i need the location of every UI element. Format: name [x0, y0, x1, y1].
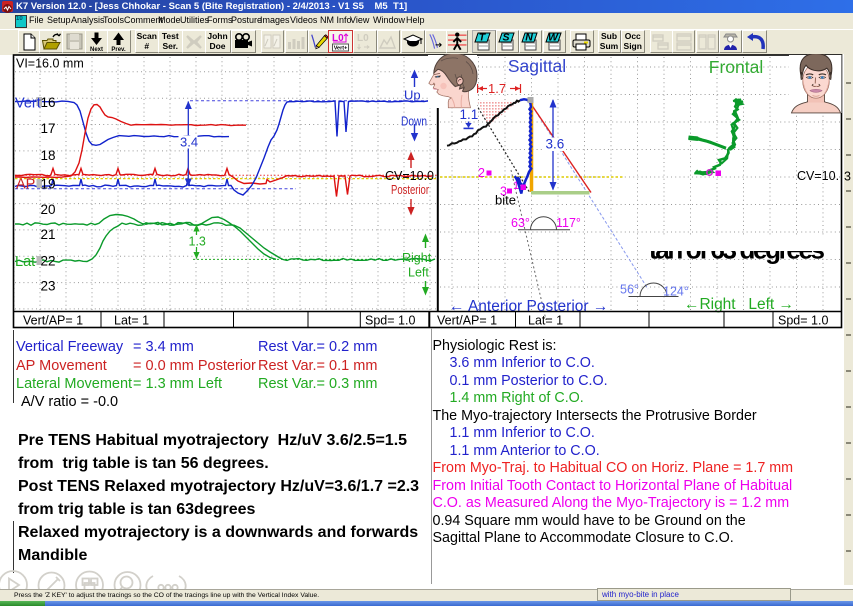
svg-text:3.6: 3.6 — [546, 137, 565, 152]
svg-text:Lat= 1: Lat= 1 — [114, 314, 149, 328]
svg-text:Frontal: Frontal — [709, 57, 763, 77]
svg-text:1.7: 1.7 — [488, 81, 506, 96]
svg-text:Vert+: Vert+ — [334, 46, 348, 52]
svg-text:Up: Up — [404, 88, 421, 103]
svg-text:bite: bite — [495, 193, 516, 208]
svg-text:19: 19 — [40, 177, 55, 192]
svg-text:18: 18 — [40, 148, 55, 163]
svg-text:CV=10.: CV=10. — [797, 169, 839, 183]
svg-text:L0: L0 — [357, 33, 369, 44]
svg-text:S: S — [502, 32, 509, 44]
svg-text:56°: 56° — [620, 283, 639, 297]
svg-text:Sagittal: Sagittal — [508, 56, 566, 76]
svg-text:AP: AP — [16, 177, 35, 193]
svg-text:Vert: Vert — [15, 96, 41, 112]
svg-text:Vert/AP= 1: Vert/AP= 1 — [437, 314, 497, 328]
svg-text:Lat: Lat — [15, 254, 35, 270]
svg-text:21: 21 — [40, 227, 55, 242]
svg-text:Spd= 1.0: Spd= 1.0 — [778, 314, 828, 328]
svg-text:W: W — [548, 32, 559, 44]
svg-text:16: 16 — [40, 95, 55, 110]
svg-text:Vert/AP= 1: Vert/AP= 1 — [23, 314, 83, 328]
svg-text:17: 17 — [40, 121, 55, 136]
svg-text:CV=10.0: CV=10.0 — [385, 169, 434, 183]
svg-text:2: 2 — [478, 166, 485, 180]
svg-text:3: 3 — [844, 170, 851, 184]
svg-text:1.3: 1.3 — [189, 235, 206, 249]
svg-text:Posterior: Posterior — [391, 183, 429, 197]
svg-text:22: 22 — [40, 254, 55, 269]
svg-text:Lat= 1: Lat= 1 — [528, 314, 563, 328]
svg-text:Prev.: Prev. — [112, 47, 127, 52]
svg-text:Right: Right — [402, 251, 432, 265]
svg-text:23: 23 — [40, 279, 55, 294]
svg-text:63°: 63° — [511, 216, 530, 230]
svg-text:←Right Left →: ←Right Left → — [684, 296, 794, 313]
svg-text:117°: 117° — [556, 216, 581, 230]
svg-text:Left: Left — [408, 266, 429, 280]
svg-text:3.4: 3.4 — [180, 135, 198, 150]
svg-text:1: 1 — [513, 180, 519, 192]
svg-text:N: N — [525, 32, 533, 44]
svg-text:Down: Down — [401, 115, 427, 129]
svg-text:1.1: 1.1 — [460, 107, 479, 122]
svg-text:Spd= 1.0: Spd= 1.0 — [365, 314, 415, 328]
svg-text:Next: Next — [90, 47, 103, 52]
svg-text:← Anterior Posterior →: ← Anterior Posterior → — [449, 298, 608, 315]
svg-text:VI=16.0 mm: VI=16.0 mm — [16, 57, 84, 71]
svg-text:20: 20 — [40, 202, 55, 217]
